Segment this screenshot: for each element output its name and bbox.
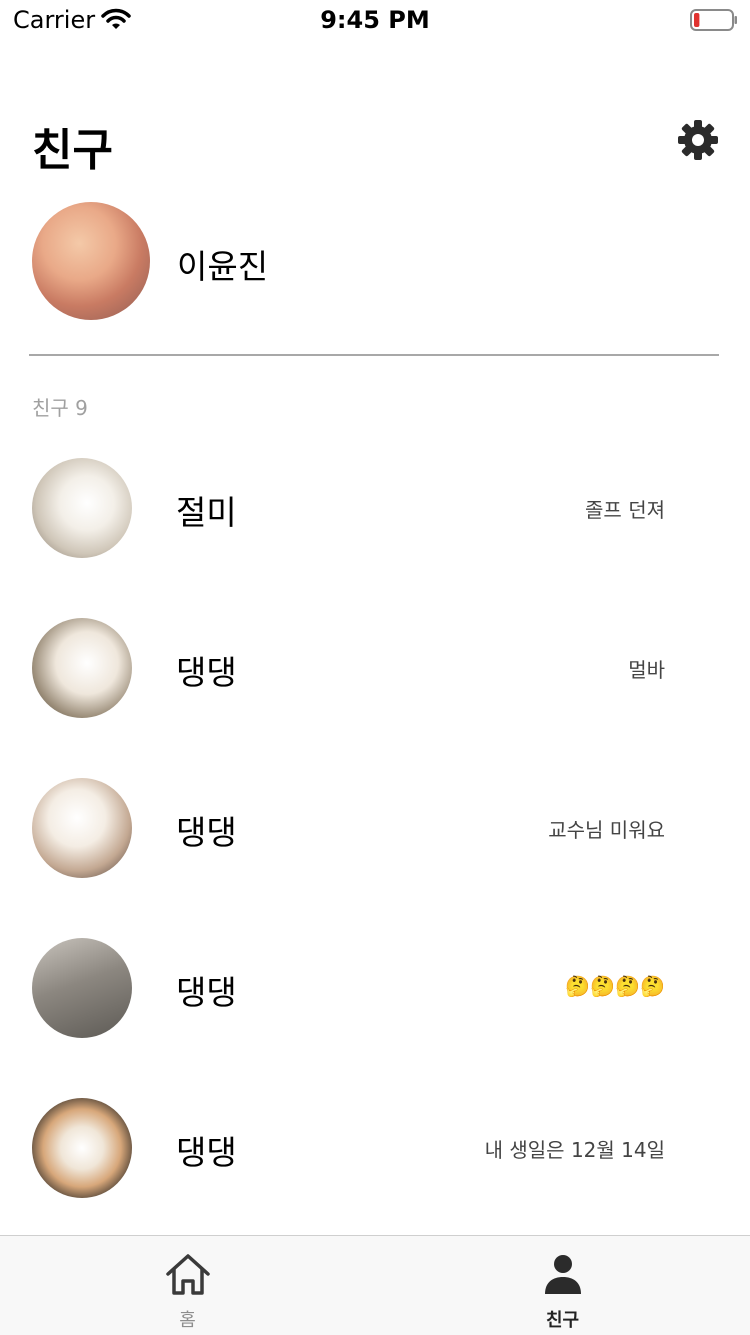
friend-count: 9 [75, 396, 88, 420]
friend-status-message: 🤔🤔🤔🤔 [565, 974, 665, 998]
friend-name: 댕댕 [176, 813, 237, 852]
gear-icon [678, 120, 718, 160]
friend-row[interactable]: 댕댕 내 생일은 12월 14일 [0, 1098, 750, 1198]
settings-button[interactable] [676, 118, 720, 162]
section-divider [29, 354, 719, 356]
friend-count-label: 친구 9 [32, 392, 88, 421]
tab-home-label: 홈 [179, 1310, 196, 1331]
tab-friends-label: 친구 [545, 1310, 580, 1331]
my-profile-avatar[interactable] [32, 202, 150, 320]
friend-name: 댕댕 [176, 653, 237, 692]
friend-avatar[interactable] [32, 458, 132, 558]
friend-section-label: 친구 [32, 396, 69, 420]
friend-row[interactable]: 절미 졸프 던져 [0, 458, 750, 558]
person-icon [544, 1255, 581, 1294]
tab-home[interactable]: 홈 [0, 1236, 375, 1335]
friend-avatar[interactable] [32, 938, 132, 1038]
my-profile-name[interactable]: 이윤진 [177, 240, 268, 288]
battery-icon [690, 9, 737, 31]
friend-row[interactable]: 댕댕 🤔🤔🤔🤔 [0, 938, 750, 1038]
friend-status-message: 교수님 미워요 [548, 818, 665, 842]
friend-name: 댕댕 [176, 973, 237, 1012]
tab-friends[interactable]: 친구 [375, 1236, 750, 1335]
friend-avatar[interactable] [32, 618, 132, 718]
home-icon [165, 1254, 210, 1295]
page-title: 친구 [32, 125, 113, 176]
status-bar: Carrier 9:45 PM [0, 0, 750, 40]
friend-status-message: 멀바 [628, 658, 665, 682]
friend-row[interactable]: 댕댕 멀바 [0, 618, 750, 718]
tab-bar: 홈 친구 [0, 1235, 750, 1335]
clock: 9:45 PM [320, 6, 430, 34]
friend-name: 댕댕 [176, 1133, 237, 1172]
friend-row[interactable]: 댕댕 교수님 미워요 [0, 778, 750, 878]
friend-avatar[interactable] [32, 1098, 132, 1198]
friend-status-message: 내 생일은 12월 14일 [484, 1138, 665, 1162]
friend-status-message: 졸프 던져 [585, 498, 665, 522]
friend-avatar[interactable] [32, 778, 132, 878]
friend-name: 절미 [176, 493, 237, 532]
